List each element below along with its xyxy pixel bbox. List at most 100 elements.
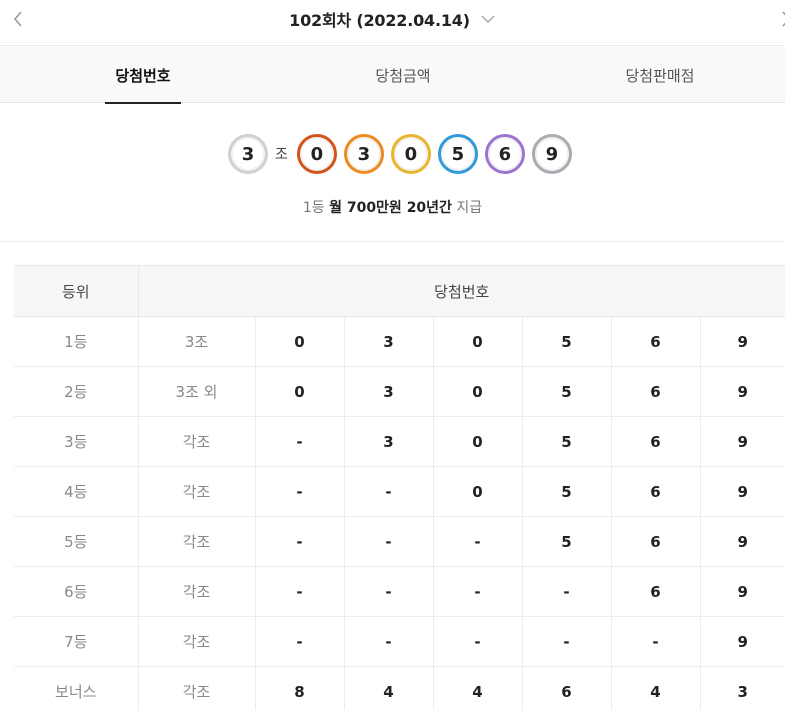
section-divider [0, 241, 785, 242]
table-row: 4등 각조 - -0 5 6 9 [14, 466, 785, 517]
rank-column-header: 등위 [14, 265, 139, 317]
first-prize-summary: 1등 월 700만원 20년간 지급 [0, 197, 785, 217]
chevron-down-icon [481, 15, 495, 24]
digit-cell: - [254, 466, 344, 517]
digit-ball: 9 [531, 134, 572, 174]
next-round-button[interactable] [774, 6, 785, 32]
digit-cell: 6 [521, 666, 611, 710]
table-row: 2등 3조 외030569 [14, 366, 785, 417]
table-row: 1등 3조 0 3 0 5 6 9 [14, 316, 785, 367]
digit-cell: 4 [432, 666, 522, 710]
table-body: 1등 3조 0 3 0 5 6 9 2등 3조 외 0 3 0 5 6 9 3등 각조 -3 0 5 6 9 4등 각조 - -0 5… [14, 316, 785, 710]
digit-cell: 5 [521, 416, 611, 467]
digit-cell: - [254, 516, 344, 567]
table-row: 5등 각조 - - -5 6 9 [14, 516, 785, 567]
group-cell: 각조 [137, 466, 255, 517]
digit-cell: 5 [521, 516, 611, 567]
digit-cell: - [521, 566, 611, 617]
table-row: 6등 각조 - - - -6 9 [14, 566, 785, 617]
tab-winning-numbers[interactable]: 당첨번호 [105, 47, 181, 104]
rank-cell: 4등 [14, 466, 138, 517]
group-cell: 각조 [137, 566, 255, 617]
digit-cell: 9 [699, 466, 785, 517]
digit-cell: - [254, 616, 344, 667]
group-cell: 3조 [137, 316, 255, 367]
digit-cell: - [254, 566, 344, 617]
digit-cell: 8 [254, 666, 344, 710]
digit-cell: 4 [343, 666, 433, 710]
prize-rank: 1등 [302, 200, 325, 216]
digit-cell: - [432, 616, 522, 667]
prize-amount: 월 700만원 20년간 [329, 200, 452, 216]
digit-cell: 0 [254, 366, 344, 417]
table-row: 보너스 각조 8 4 4 6 4 3 [14, 666, 785, 710]
digit-cell: 9 [699, 566, 785, 617]
digit-cell: 6 [610, 366, 700, 417]
digit-cell: 0 [432, 466, 522, 517]
digit-cell: 0 [432, 366, 522, 417]
digit-cell: 5 [521, 466, 611, 517]
digit-cell: 9 [699, 516, 785, 567]
digit-ball: 3 [343, 134, 384, 174]
digit-cell: 0 [254, 316, 344, 367]
group-cell: 각조 [137, 516, 255, 567]
rank-cell: 6등 [14, 566, 138, 617]
digit-ball: 0 [296, 134, 337, 174]
prize-suffix: 지급 [456, 200, 483, 216]
digit-cell: 6 [610, 566, 700, 617]
digit-cell: - [343, 516, 433, 567]
tab-bar: 당첨번호 당첨금액 당첨판매점 [0, 47, 785, 104]
tab-winning-stores[interactable]: 당첨판매점 [600, 47, 720, 103]
table-row: 3등 각조 -3 0 5 6 9 [14, 416, 785, 467]
digit-cell: 0 [432, 416, 522, 467]
rank-cell: 5등 [14, 516, 138, 567]
digit-cell: - [432, 516, 522, 567]
digit-cell: 3 [343, 416, 433, 467]
group-ball: 3 [228, 134, 268, 174]
numbers-column-header: 당첨번호 [138, 265, 785, 317]
table-header-row: 등위 당첨번호 [14, 265, 785, 317]
chevron-right-icon [782, 11, 785, 27]
digit-ball: 6 [484, 134, 525, 174]
table-row: 7등 각조 - - - - -9 [14, 616, 785, 667]
digit-cell: 0 [432, 316, 522, 367]
rank-cell: 보너스 [55, 683, 97, 702]
round-dropdown[interactable]: 102회차 (2022.04.14) [0, 6, 785, 32]
group-cell: 각조 [137, 616, 255, 667]
round-title: 102회차 (2022.04.14) [289, 11, 470, 30]
digit-cell: - [521, 616, 611, 667]
group-cell: 3조 외 [137, 366, 255, 417]
digit-cell: 9 [699, 366, 785, 417]
digit-ball: 0 [390, 134, 431, 174]
digit-cell: - [343, 616, 433, 667]
rank-cell: 1등 [14, 316, 138, 367]
digit-cell: 6 [610, 316, 700, 367]
group-cell: 각조 [137, 666, 255, 710]
group-suffix: 조 [275, 147, 288, 163]
digit-cell: 4 [610, 666, 700, 710]
tab-prize-amount[interactable]: 당첨금액 [350, 47, 456, 103]
digit-cell: 6 [610, 466, 700, 517]
digit-cell: - [610, 616, 700, 667]
digit-cell: - [432, 566, 522, 617]
rank-cell: 7등 [14, 616, 138, 667]
winning-balls: 3 조 0 3 0 5 6 9 [228, 133, 572, 175]
group-cell: 각조 [137, 416, 255, 467]
prize-rank-table: 등위 당첨번호 1등 3조 0 3 0 5 6 9 2등 3조 외 0 3 0 5 6 9 3등 각조 -3 0 5 6 9… [14, 265, 785, 710]
rank-cell: 3등 [14, 416, 138, 467]
rank-cell: 2등 [14, 366, 138, 417]
digit-cell: 9 [699, 316, 785, 367]
digit-cell: 9 [699, 416, 785, 467]
digit-cell: 3 [699, 666, 785, 710]
digit-cell: - [254, 416, 344, 467]
digit-cell: - [343, 566, 433, 617]
digit-cell: 5 [521, 366, 611, 417]
digit-cell: 6 [610, 516, 700, 567]
digit-cell: 6 [610, 416, 700, 467]
digit-cell: 5 [521, 316, 611, 367]
digit-ball: 5 [437, 134, 478, 174]
digit-cell: 9 [699, 616, 785, 667]
digit-cell: - [343, 466, 433, 517]
digit-cell: 3 [343, 366, 433, 417]
header-bar: 102회차 (2022.04.14) [0, 0, 785, 46]
